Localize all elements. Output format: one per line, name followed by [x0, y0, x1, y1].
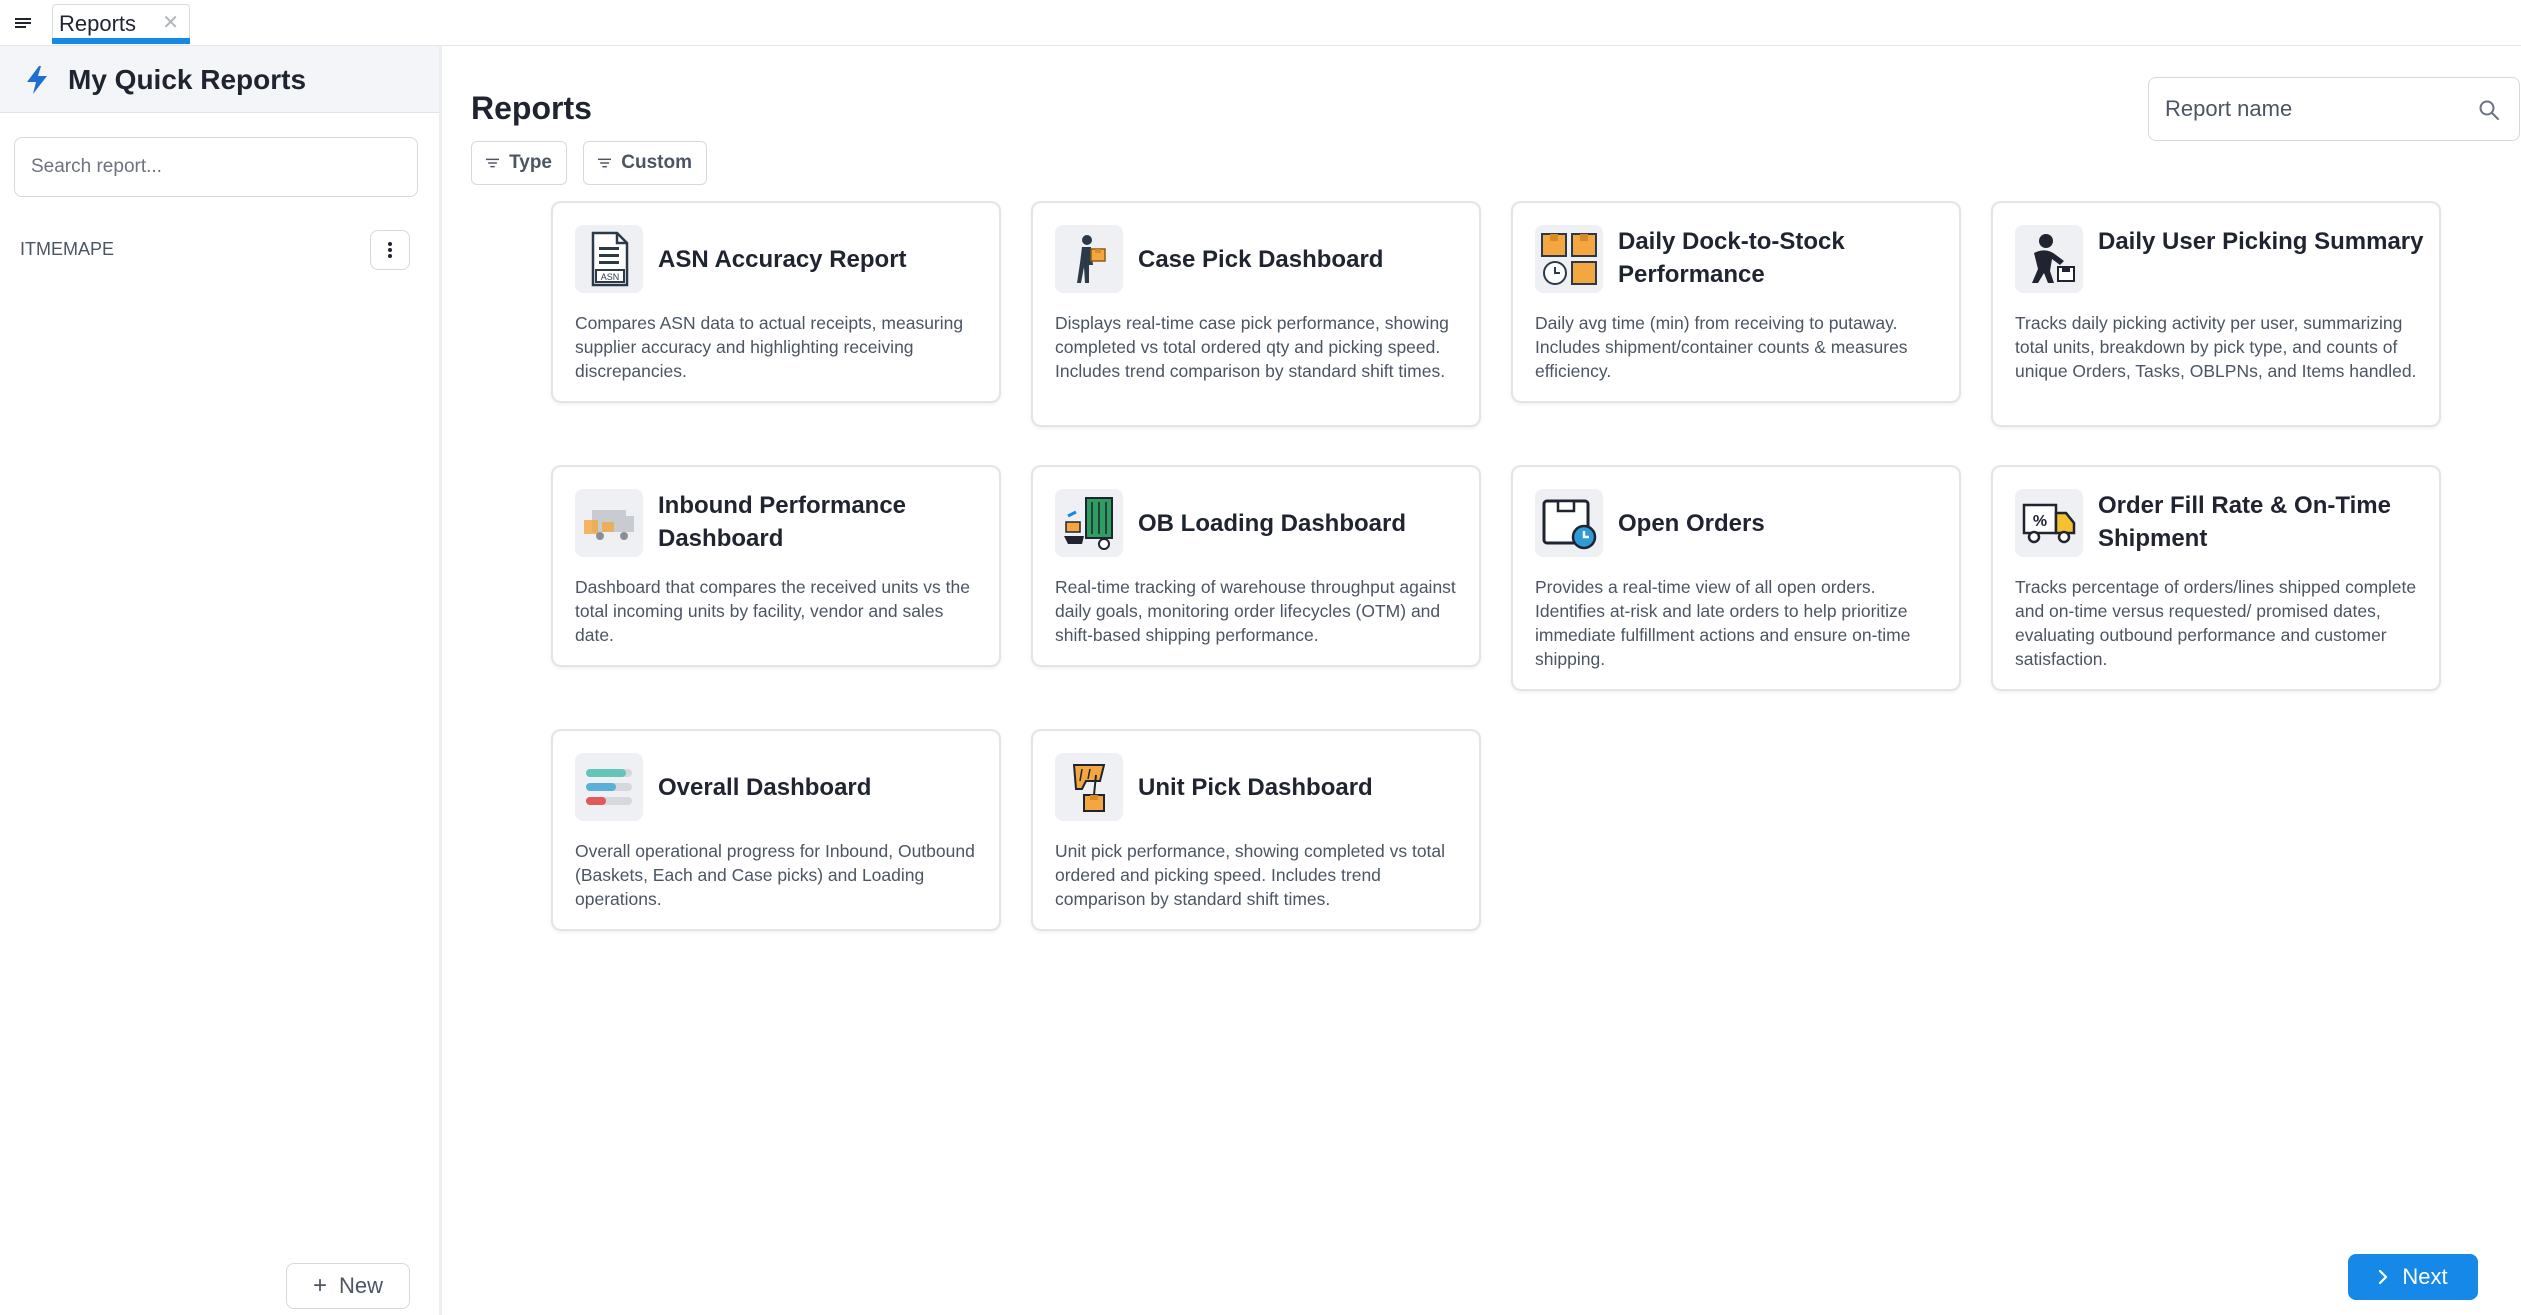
- report-card-title: Case Pick Dashboard: [1138, 246, 1384, 273]
- next-button[interactable]: Next: [2348, 1254, 2478, 1300]
- sidebar-search-input[interactable]: [14, 137, 418, 197]
- filter-custom-label: Custom: [621, 152, 692, 173]
- saved-report-item[interactable]: ITMEMAPE: [20, 239, 114, 260]
- progress-bars-icon: [575, 753, 643, 821]
- report-card-title: Inbound Performance Dashboard: [658, 492, 907, 552]
- report-card-title: Order Fill Rate & On-Time Shipment: [2098, 492, 2391, 552]
- filter-custom-button[interactable]: Custom: [583, 141, 707, 185]
- report-card-description: Unit pick performance, showing completed…: [1055, 841, 1446, 909]
- lightning-bolt-icon: [27, 66, 47, 94]
- dock-to-stock-icon: [1535, 225, 1603, 293]
- hamburger-menu-icon[interactable]: [12, 12, 34, 34]
- close-icon[interactable]: ✕: [162, 13, 179, 33]
- report-card-description: Tracks daily picking activity per user, …: [2015, 313, 2417, 381]
- report-search: [2148, 77, 2520, 141]
- report-card-inbound-performance[interactable]: Inbound Performance Dashboard Dashboard …: [551, 465, 1001, 667]
- filter-icon: [486, 158, 500, 168]
- delivery-truck-percent-icon: %: [2015, 489, 2083, 557]
- loading-truck-icon: [1055, 489, 1123, 557]
- active-tab-indicator: [52, 38, 190, 44]
- report-card-title: ASN Accuracy Report: [658, 246, 907, 273]
- kebab-menu-icon: [388, 242, 392, 258]
- plus-icon: +: [312, 1272, 327, 1299]
- tab-label: Reports: [59, 11, 137, 36]
- report-card-asn-accuracy[interactable]: ASN ASN Accuracy Report Compares ASN dat…: [551, 201, 1001, 403]
- inbound-truck-icon: [575, 489, 643, 557]
- report-card-daily-user-picking[interactable]: Daily User Picking Summary Tracks daily …: [1991, 201, 2441, 427]
- worker-picking-icon: [2015, 225, 2083, 293]
- svg-text:ASN: ASN: [601, 272, 620, 282]
- svg-text:%: %: [2033, 513, 2047, 530]
- report-name-search-input[interactable]: [2149, 78, 2519, 140]
- report-card-description: Provides a real-time view of all open or…: [1535, 577, 1911, 669]
- chevron-right-icon: [2379, 1269, 2388, 1285]
- report-card-description: Tracks percentage of orders/lines shippe…: [2015, 577, 2417, 669]
- sidebar: My Quick Reports ITMEMAPE + New: [0, 46, 442, 1315]
- open-box-clock-icon: [1535, 489, 1603, 557]
- next-button-label: Next: [2402, 1264, 2448, 1289]
- new-report-button[interactable]: + New: [286, 1263, 410, 1309]
- filter-icon: [598, 158, 612, 168]
- filter-type-button[interactable]: Type: [471, 141, 567, 185]
- report-card-description: Real-time tracking of warehouse throughp…: [1055, 577, 1456, 645]
- report-card-case-pick[interactable]: Case Pick Dashboard Displays real-time c…: [1031, 201, 1481, 427]
- report-card-description: Dashboard that compares the received uni…: [575, 577, 970, 645]
- worker-carrying-box-icon: [1055, 225, 1123, 293]
- report-card-title: OB Loading Dashboard: [1138, 510, 1407, 537]
- report-card-description: Overall operational progress for Inbound…: [575, 841, 975, 909]
- report-card-title: Overall Dashboard: [658, 774, 872, 801]
- sidebar-title: My Quick Reports: [68, 64, 307, 95]
- search-icon[interactable]: [2477, 98, 2501, 122]
- report-card-order-fill-rate[interactable]: % Order Fill Rate & On-Time Shipment Tra…: [1991, 465, 2441, 691]
- report-card-title: Open Orders: [1618, 510, 1765, 537]
- new-button-label: New: [339, 1273, 384, 1298]
- report-card-overall-dashboard[interactable]: Overall Dashboard Overall operational pr…: [551, 729, 1001, 931]
- report-card-title: Daily User Picking Summary: [2098, 228, 2424, 255]
- top-tab-bar: Reports ✕: [0, 0, 2521, 46]
- page-title: Reports: [471, 90, 592, 126]
- report-card-ob-loading[interactable]: OB Loading Dashboard Real-time tracking …: [1031, 465, 1481, 667]
- asn-document-icon: ASN: [575, 225, 643, 293]
- report-card-description: Compares ASN data to actual receipts, me…: [575, 313, 964, 381]
- filter-type-label: Type: [509, 152, 552, 173]
- report-card-description: Daily avg time (min) from receiving to p…: [1535, 313, 1908, 381]
- report-card-unit-pick[interactable]: Unit Pick Dashboard Unit pick performanc…: [1031, 729, 1481, 931]
- report-card-description: Displays real-time case pick performance…: [1055, 313, 1449, 381]
- more-options-button[interactable]: [370, 230, 410, 270]
- report-card-title: Unit Pick Dashboard: [1138, 774, 1373, 801]
- sidebar-header: My Quick Reports: [0, 46, 439, 113]
- report-card-title: Daily Dock-to-Stock Performance: [1618, 228, 1845, 288]
- report-card-open-orders[interactable]: Open Orders Provides a real-time view of…: [1511, 465, 1961, 691]
- report-card-dock-to-stock[interactable]: Daily Dock-to-Stock Performance Daily av…: [1511, 201, 1961, 403]
- hand-picking-box-icon: [1055, 753, 1123, 821]
